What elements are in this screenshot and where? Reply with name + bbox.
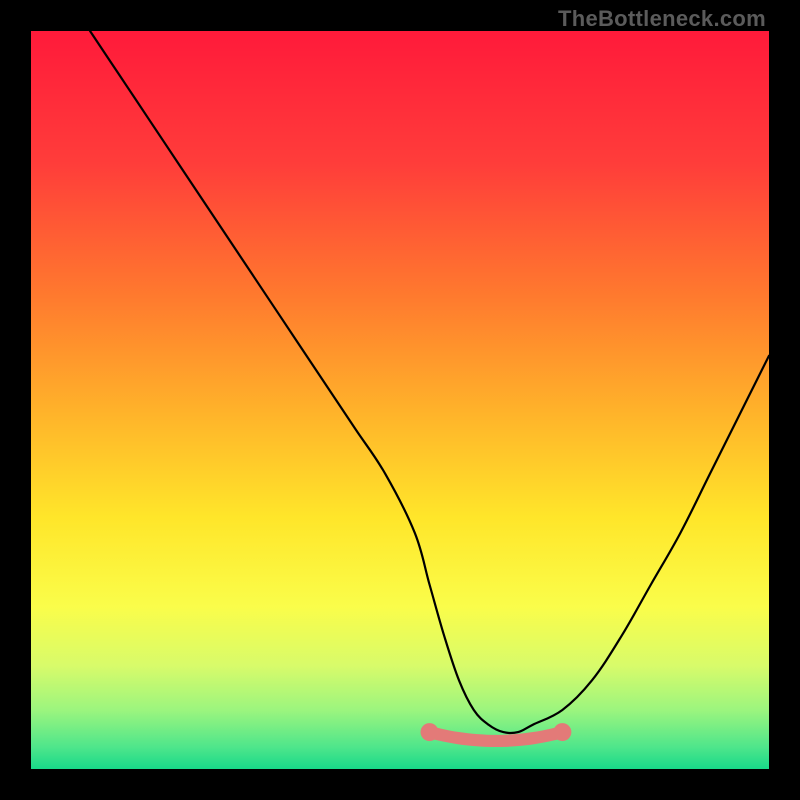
bottleneck-curve <box>90 31 769 733</box>
chart-frame: TheBottleneck.com <box>0 0 800 800</box>
plot-area <box>31 31 769 769</box>
optimal-range-start-dot <box>421 723 439 741</box>
optimal-range-end-dot <box>553 723 571 741</box>
watermark-text: TheBottleneck.com <box>558 6 766 32</box>
optimal-range-marker <box>430 732 563 741</box>
chart-svg <box>31 31 769 769</box>
